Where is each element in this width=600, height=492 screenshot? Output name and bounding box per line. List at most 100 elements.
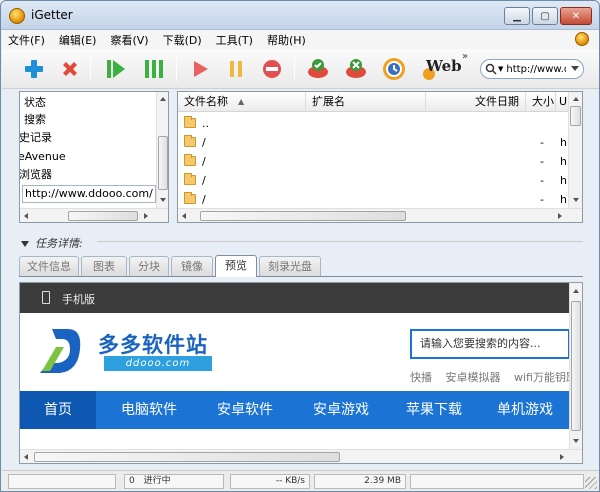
tab-file-info[interactable]: 文件信息	[19, 256, 79, 276]
status-panel-extra	[410, 474, 584, 489]
tree-hscrollbar[interactable]	[20, 208, 168, 222]
pause-button[interactable]	[222, 55, 250, 83]
site-logo[interactable]: 多多软件站 ddooo.com	[38, 325, 212, 377]
menu-bar: 文件(F) 编辑(E) 察看(V) 下载(D) 工具(T) 帮助(H)	[2, 30, 599, 49]
tree-item-status[interactable]: 状态	[24, 94, 46, 111]
mobile-bar[interactable]: 手机版	[20, 283, 569, 313]
tree-item-browser[interactable]: 点浏览器	[20, 166, 52, 183]
nav-android-software[interactable]: 安卓软件	[200, 391, 290, 429]
site-nav: 首页 电脑软件 安卓软件 安卓游戏 苹果下载 单机游戏	[20, 391, 569, 429]
nav-single-games[interactable]: 单机游戏	[482, 391, 568, 429]
connect-button[interactable]	[304, 55, 332, 83]
add-icon	[25, 60, 43, 78]
nav-home[interactable]: 首页	[20, 391, 96, 429]
folder-icon	[184, 116, 196, 128]
menu-view[interactable]: 察看(V)	[110, 32, 148, 48]
menu-download[interactable]: 下载(D)	[163, 32, 202, 48]
preview-vscrollbar[interactable]	[569, 283, 582, 449]
scroll-left-icon[interactable]	[24, 454, 28, 460]
row-url: h	[560, 174, 567, 187]
maximize-button[interactable]: ▢	[532, 7, 558, 25]
nav-pc-software[interactable]: 电脑软件	[104, 391, 194, 429]
list-hscroll-thumb[interactable]	[200, 211, 406, 221]
scroll-up-icon[interactable]	[160, 97, 166, 101]
delete-button[interactable]	[56, 55, 84, 83]
site-search-input[interactable]: 请输入您要搜索的内容...	[410, 329, 570, 359]
folder-icon	[184, 192, 196, 204]
schedule-button[interactable]	[380, 55, 408, 83]
menu-tools[interactable]: 工具(T)	[216, 32, 253, 48]
status-speed: -- KB/s	[230, 474, 310, 489]
preview-hscrollbar[interactable]	[20, 449, 582, 463]
col-header-date[interactable]: 文件日期	[426, 92, 526, 112]
list-row[interactable]: ..	[178, 114, 568, 133]
close-button[interactable]: ✕	[560, 7, 592, 25]
tree-item-search[interactable]: 搜索	[24, 111, 46, 128]
scroll-down-icon[interactable]	[573, 439, 579, 443]
list-vscrollbar[interactable]	[568, 92, 582, 208]
pause-all-button[interactable]	[140, 55, 168, 83]
web-preview: 手机版 多多软件站 ddooo.com 请输入您要搜索的内容... 快播 安卓模…	[19, 282, 583, 464]
start-all-button[interactable]	[102, 55, 130, 83]
logo-text-cn: 多多软件站	[98, 333, 208, 357]
list-row[interactable]: / - h	[178, 190, 568, 209]
row-name: /	[202, 174, 206, 187]
minimize-button[interactable]: ▁	[504, 7, 530, 25]
list-header: 文件名称 ▲ 扩展名 文件日期 大小 U	[178, 92, 570, 112]
tab-chart[interactable]: 图表	[81, 256, 127, 276]
scroll-right-icon[interactable]	[144, 213, 148, 219]
tab-blocks[interactable]: 分块	[129, 256, 169, 276]
scroll-left-icon[interactable]	[182, 213, 186, 219]
delete-icon	[63, 62, 77, 76]
hot-link[interactable]: 安卓模拟器	[446, 371, 501, 384]
menu-help[interactable]: 帮助(H)	[267, 32, 306, 48]
row-url: h	[560, 193, 567, 206]
scroll-up-icon[interactable]	[573, 97, 579, 101]
menu-edit[interactable]: 编辑(E)	[59, 32, 97, 48]
toolbar-more-button[interactable]: »	[462, 51, 468, 62]
tree-vscroll-thumb[interactable]	[158, 136, 168, 190]
stop-button[interactable]	[258, 55, 286, 83]
col-header-filename[interactable]: 文件名称 ▲	[178, 92, 306, 112]
folder-icon	[184, 135, 196, 147]
tree-url-field[interactable]: http://www.ddooo.com/	[22, 185, 156, 203]
web-button[interactable]: Web	[420, 55, 462, 83]
tree-vscrollbar[interactable]	[156, 92, 168, 208]
scroll-left-icon[interactable]	[24, 213, 28, 219]
col-header-size[interactable]: 大小	[526, 92, 556, 112]
preview-hscroll-thumb[interactable]	[34, 452, 340, 462]
list-hscrollbar[interactable]	[178, 208, 582, 222]
scroll-down-icon[interactable]	[573, 198, 579, 202]
list-row[interactable]: / - h	[178, 171, 568, 190]
close-icon: ✕	[571, 10, 581, 22]
list-row[interactable]: / - h	[178, 133, 568, 152]
nav-apple-download[interactable]: 苹果下载	[392, 391, 476, 429]
hot-link[interactable]: 快播	[410, 371, 432, 384]
tab-preview[interactable]: 预览	[215, 255, 257, 277]
tab-mirror[interactable]: 镜像	[171, 256, 213, 276]
col-header-ext[interactable]: 扩展名	[306, 92, 426, 112]
nav-android-games[interactable]: 安卓游戏	[296, 391, 386, 429]
preview-vscroll-thumb[interactable]	[571, 301, 581, 431]
col-filename-label: 文件名称	[184, 95, 228, 108]
resize-grip-icon[interactable]	[585, 477, 597, 489]
list-row[interactable]: / - h	[178, 152, 568, 171]
url-combo[interactable]: ▼ http://www.dc	[480, 59, 584, 79]
start-button[interactable]	[186, 55, 214, 83]
tab-burn-cd[interactable]: 刻录光盘	[259, 256, 321, 276]
row-name: ..	[202, 117, 209, 130]
scroll-down-icon[interactable]	[160, 198, 166, 202]
task-detail-toggle[interactable]: 任务详情:	[21, 235, 83, 251]
tree-hscroll-thumb[interactable]	[68, 211, 138, 221]
tree-item-eavenue[interactable]: eAvenue	[20, 148, 66, 165]
menu-file[interactable]: 文件(F)	[8, 32, 45, 48]
row-size: -	[540, 193, 544, 206]
scroll-right-icon[interactable]	[560, 454, 564, 460]
list-vscroll-thumb[interactable]	[570, 106, 581, 126]
scroll-right-icon[interactable]	[558, 213, 562, 219]
add-button[interactable]	[20, 55, 48, 83]
tree-item-history[interactable]: 历史记录	[20, 129, 52, 146]
scroll-up-icon[interactable]	[573, 289, 579, 293]
hot-link[interactable]: wifi万能钥匙	[514, 371, 577, 384]
disconnect-button[interactable]	[342, 55, 370, 83]
